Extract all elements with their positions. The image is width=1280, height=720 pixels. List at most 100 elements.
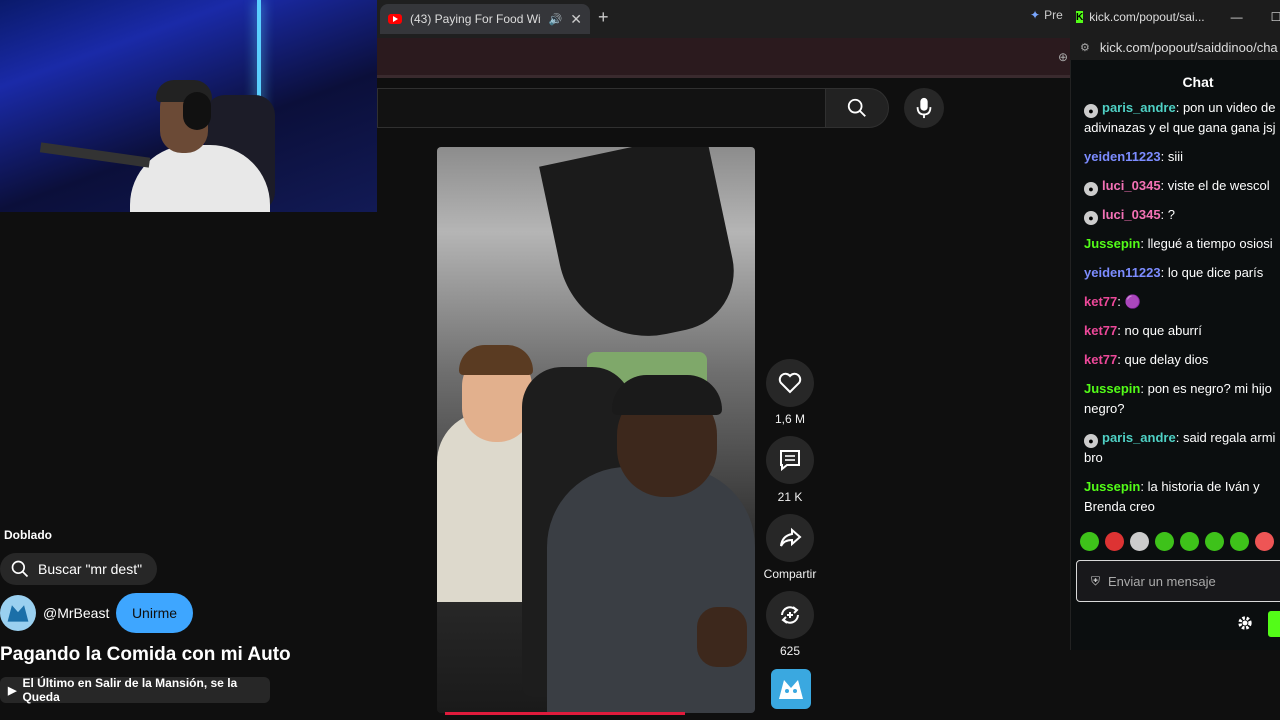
new-tab-button[interactable]: +	[598, 7, 609, 28]
emote-icon[interactable]	[1230, 532, 1249, 551]
chat-settings-icon[interactable]	[1235, 613, 1255, 633]
video-progress-bar[interactable]	[445, 712, 685, 715]
separator: :	[1140, 381, 1148, 396]
chat-text: no que aburrí	[1124, 323, 1202, 338]
chat-url: kick.com/popout/saiddinoo/cha	[1099, 39, 1278, 55]
chat-message: Jussepin: la historia de Iván y Brenda c…	[1084, 477, 1280, 517]
audio-source-thumbnail[interactable]	[771, 669, 811, 709]
emote-icon[interactable]	[1130, 532, 1149, 551]
speaker-icon[interactable]: 🔊	[549, 13, 563, 26]
chat-username[interactable]: Jussepin	[1084, 381, 1140, 396]
webcam-overlay	[0, 0, 377, 212]
comments-button[interactable]	[766, 436, 814, 484]
user-badge-icon: ●	[1084, 104, 1098, 118]
chat-username[interactable]: paris_andre	[1102, 100, 1176, 115]
chat-text: viste el de wescol	[1167, 178, 1270, 193]
chat-address-bar[interactable]: ⚙ kick.com/popout/saiddinoo/cha	[1070, 34, 1280, 60]
search-icon	[847, 98, 866, 117]
chat-username[interactable]: luci_0345	[1102, 207, 1161, 222]
emote-icon[interactable]	[1105, 532, 1124, 551]
comment-icon	[780, 450, 800, 471]
chat-input-box[interactable]: ⛨	[1076, 560, 1280, 602]
emote-icon[interactable]	[1205, 532, 1224, 551]
user-badge-icon: ●	[1084, 211, 1098, 225]
chat-username[interactable]: ket77	[1084, 352, 1117, 367]
chat-message: ● luci_0345: ?	[1084, 205, 1280, 225]
chat-username[interactable]: yeiden11223	[1084, 265, 1161, 280]
like-button[interactable]	[766, 359, 814, 407]
heart-icon	[778, 372, 802, 394]
chat-username[interactable]: ket77	[1084, 294, 1117, 309]
like-count: 1,6 M	[774, 412, 805, 426]
chat-username[interactable]: Jussepin	[1084, 479, 1140, 494]
search-suggestion-chip[interactable]: Buscar "mr dest"	[0, 553, 157, 585]
beast-logo-icon	[7, 605, 29, 622]
search-input[interactable]	[377, 88, 825, 128]
comment-count: 21 K	[777, 490, 803, 504]
chat-message: yeiden11223: lo que dice parís	[1084, 263, 1280, 283]
headphones	[183, 92, 211, 130]
emote-icon[interactable]	[1155, 532, 1174, 551]
chat-message: ● paris_andre: pon un video de adivinazas…	[1084, 98, 1280, 138]
emote-icon[interactable]	[1255, 532, 1274, 551]
emote-icon[interactable]	[1180, 532, 1199, 551]
chat-text: que delay dios	[1124, 352, 1209, 367]
woman-cap	[612, 375, 722, 415]
share-button[interactable]	[766, 514, 814, 562]
separator: :	[1160, 265, 1168, 280]
separator: :	[1160, 178, 1168, 193]
site-settings-icon[interactable]: ⚙	[1080, 41, 1090, 54]
user-badge-icon: ●	[1084, 182, 1098, 196]
chat-username[interactable]: ket77	[1084, 323, 1117, 338]
minimize-icon[interactable]: —	[1231, 10, 1243, 24]
mic-arm	[39, 142, 151, 168]
chat-text: 🟣	[1124, 294, 1141, 309]
zoom-icon[interactable]: ⊕	[1058, 50, 1068, 64]
chat-message: ket77: 🟣	[1084, 292, 1280, 312]
chat-message: ket77: que delay dios	[1084, 350, 1280, 370]
remix-button[interactable]	[766, 591, 814, 639]
send-message-button[interactable]	[1268, 611, 1280, 637]
chat-message: ● luci_0345: viste el de wescol	[1084, 176, 1280, 196]
emote-icon[interactable]	[1080, 532, 1099, 551]
beast-logo-icon	[779, 680, 803, 699]
chat-message-input[interactable]	[1108, 573, 1269, 589]
join-button[interactable]: Unirme	[116, 593, 193, 633]
search-button[interactable]	[825, 88, 889, 128]
shorts-video-player[interactable]	[437, 147, 755, 713]
chat-window-titlebar: K kick.com/popout/sai... — ☐	[1070, 0, 1280, 34]
rearview-mirror	[539, 147, 745, 353]
woman-shirt	[547, 467, 755, 713]
separator: :	[1160, 149, 1168, 164]
share-icon	[780, 527, 802, 547]
address-bar[interactable]	[377, 38, 1070, 78]
separator: :	[1140, 236, 1148, 251]
maximize-icon[interactable]: ☐	[1271, 10, 1280, 24]
video-title[interactable]: Pagando la Comida con mi Auto	[0, 644, 291, 666]
related-video-title: El Último en Salir de la Mansión, se la …	[22, 676, 238, 704]
gemini-button[interactable]: ✦ Pre	[1030, 8, 1063, 22]
channel-avatar[interactable]	[0, 595, 36, 631]
chat-message: ket77: no que aburrí	[1084, 321, 1280, 341]
remix-count: 625	[779, 644, 801, 658]
browser-tab[interactable]: (43) Paying For Food With I 🔊 ✕	[380, 4, 590, 34]
chat-username[interactable]: Jussepin	[1084, 236, 1140, 251]
shield-icon: ⛨	[1091, 573, 1101, 588]
woman-hands	[697, 607, 747, 667]
voice-search-button[interactable]	[904, 88, 944, 128]
channel-handle[interactable]: @MrBeast	[43, 605, 109, 621]
chat-username[interactable]: yeiden11223	[1084, 149, 1161, 164]
chat-username[interactable]: luci_0345	[1102, 178, 1161, 193]
chat-text: llegué a tiempo osiosi	[1147, 236, 1273, 251]
microphone-icon	[916, 97, 932, 119]
related-video-chip[interactable]: ▶ El Último en Salir de la Mansión, se l…	[0, 676, 270, 704]
youtube-icon	[388, 14, 402, 24]
man-hair	[459, 345, 533, 375]
chat-message-list: ● paris_andre: pon un video de adivinazas…	[1084, 98, 1280, 526]
search-suggestion-text: Buscar "mr dest"	[38, 561, 143, 577]
chat-username[interactable]: paris_andre	[1102, 430, 1176, 445]
separator: :	[1175, 430, 1183, 445]
dubbed-label: Doblado	[4, 528, 52, 542]
close-tab-icon[interactable]: ✕	[570, 11, 582, 28]
chat-text: ?	[1167, 207, 1176, 222]
